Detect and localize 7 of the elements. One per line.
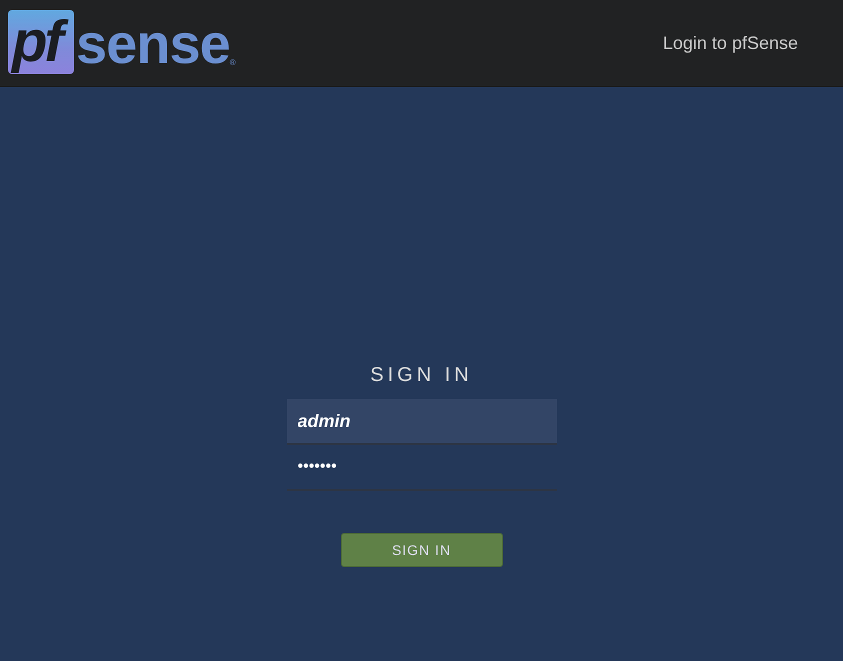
logo-mark: pf (8, 10, 74, 74)
logo-wordmark: sense (76, 16, 230, 72)
registered-mark: ® (230, 56, 236, 68)
page-title: Login to pfSense (662, 32, 798, 55)
password-field[interactable]: ••••••• (286, 445, 556, 491)
username-field[interactable]: admin (286, 399, 556, 445)
sign-in-heading: SIGN IN (370, 363, 473, 387)
